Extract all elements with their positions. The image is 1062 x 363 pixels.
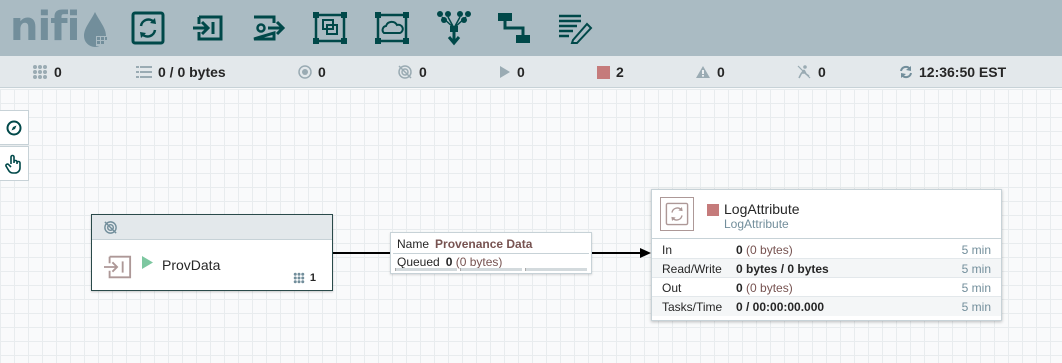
- last-refresh-stat[interactable]: 12:36:50 EST: [899, 56, 1006, 88]
- queued-stat: 0 / 0 bytes: [136, 56, 226, 88]
- threads-icon: [32, 64, 48, 80]
- active-threads-stat: 0: [32, 56, 62, 88]
- connection-name-value: Provenance Data: [435, 237, 533, 251]
- connection-label[interactable]: Name Provenance Data Queued 0 (0 bytes): [390, 232, 592, 274]
- input-port-icon: [103, 255, 132, 279]
- processor-stat-row: Out 0 (0 bytes) 5 min: [652, 278, 1001, 297]
- processor-stat-row: In 0 (0 bytes) 5 min: [652, 240, 1001, 259]
- transmitting-stat: 0: [298, 56, 326, 88]
- process-group-tool-icon[interactable]: [310, 8, 350, 48]
- connection-queued-key: Queued: [397, 255, 440, 269]
- disabled-stat: 0: [796, 56, 826, 88]
- stopped-status-icon: [707, 204, 719, 216]
- transmitting-icon: [298, 65, 312, 79]
- running-stat: 0: [499, 56, 525, 88]
- play-icon: [142, 256, 153, 269]
- processor-name: LogAttribute: [724, 201, 800, 217]
- header-toolbar: nifi: [0, 0, 1062, 56]
- port-header: [92, 215, 332, 240]
- invalid-stat: 0: [695, 56, 725, 88]
- remote-process-group-tool-icon[interactable]: [372, 8, 412, 48]
- processor-icon: [660, 197, 694, 231]
- processor-tool-icon[interactable]: [128, 8, 168, 48]
- processor-type: LogAttribute: [724, 217, 789, 231]
- connection-name-key: Name: [397, 237, 430, 251]
- operate-panel-button[interactable]: [0, 146, 29, 181]
- stop-icon: [597, 65, 610, 79]
- output-port-tool-icon[interactable]: [248, 8, 288, 48]
- refresh-icon[interactable]: [899, 65, 913, 79]
- stopped-stat: 2: [597, 56, 624, 88]
- connection-queued-size: (0 bytes): [455, 255, 503, 269]
- input-port-tool-icon[interactable]: [188, 8, 228, 48]
- input-port-component[interactable]: ProvData 1: [91, 214, 333, 291]
- not-transmitting-stat: 0: [397, 56, 427, 88]
- nifi-drop-icon: [84, 12, 108, 47]
- processor-component[interactable]: LogAttribute LogAttribute In 0 (0 bytes)…: [651, 189, 1002, 321]
- not-transmitting-icon: [104, 221, 117, 234]
- connection-queued-count: 0: [445, 255, 453, 269]
- nifi-logo[interactable]: nifi: [10, 4, 110, 50]
- navigate-panel-button[interactable]: [0, 110, 29, 145]
- port-queued-count: 1: [293, 272, 316, 284]
- pointer-hand-icon: [5, 154, 21, 174]
- warning-icon: [695, 65, 711, 79]
- backpressure-bar: [395, 268, 587, 271]
- processor-stat-row: Tasks/Time 0 / 00:00:00.000 5 min: [652, 297, 1001, 316]
- threads-icon: [293, 272, 305, 284]
- template-tool-icon[interactable]: [494, 8, 534, 48]
- flow-status-bar: 0 0 / 0 bytes 0 0 0 2 0 0 12:36:50 EST: [0, 56, 1062, 88]
- compass-icon: [6, 120, 22, 135]
- disabled-icon: [796, 64, 812, 80]
- funnel-tool-icon[interactable]: [434, 8, 474, 48]
- processor-stat-row: Read/Write 0 bytes / 0 bytes 5 min: [652, 259, 1001, 278]
- label-tool-icon[interactable]: [555, 8, 595, 48]
- not-transmitting-icon: [397, 64, 413, 80]
- play-icon: [499, 65, 511, 79]
- list-icon: [136, 65, 152, 79]
- port-name: ProvData: [162, 257, 221, 273]
